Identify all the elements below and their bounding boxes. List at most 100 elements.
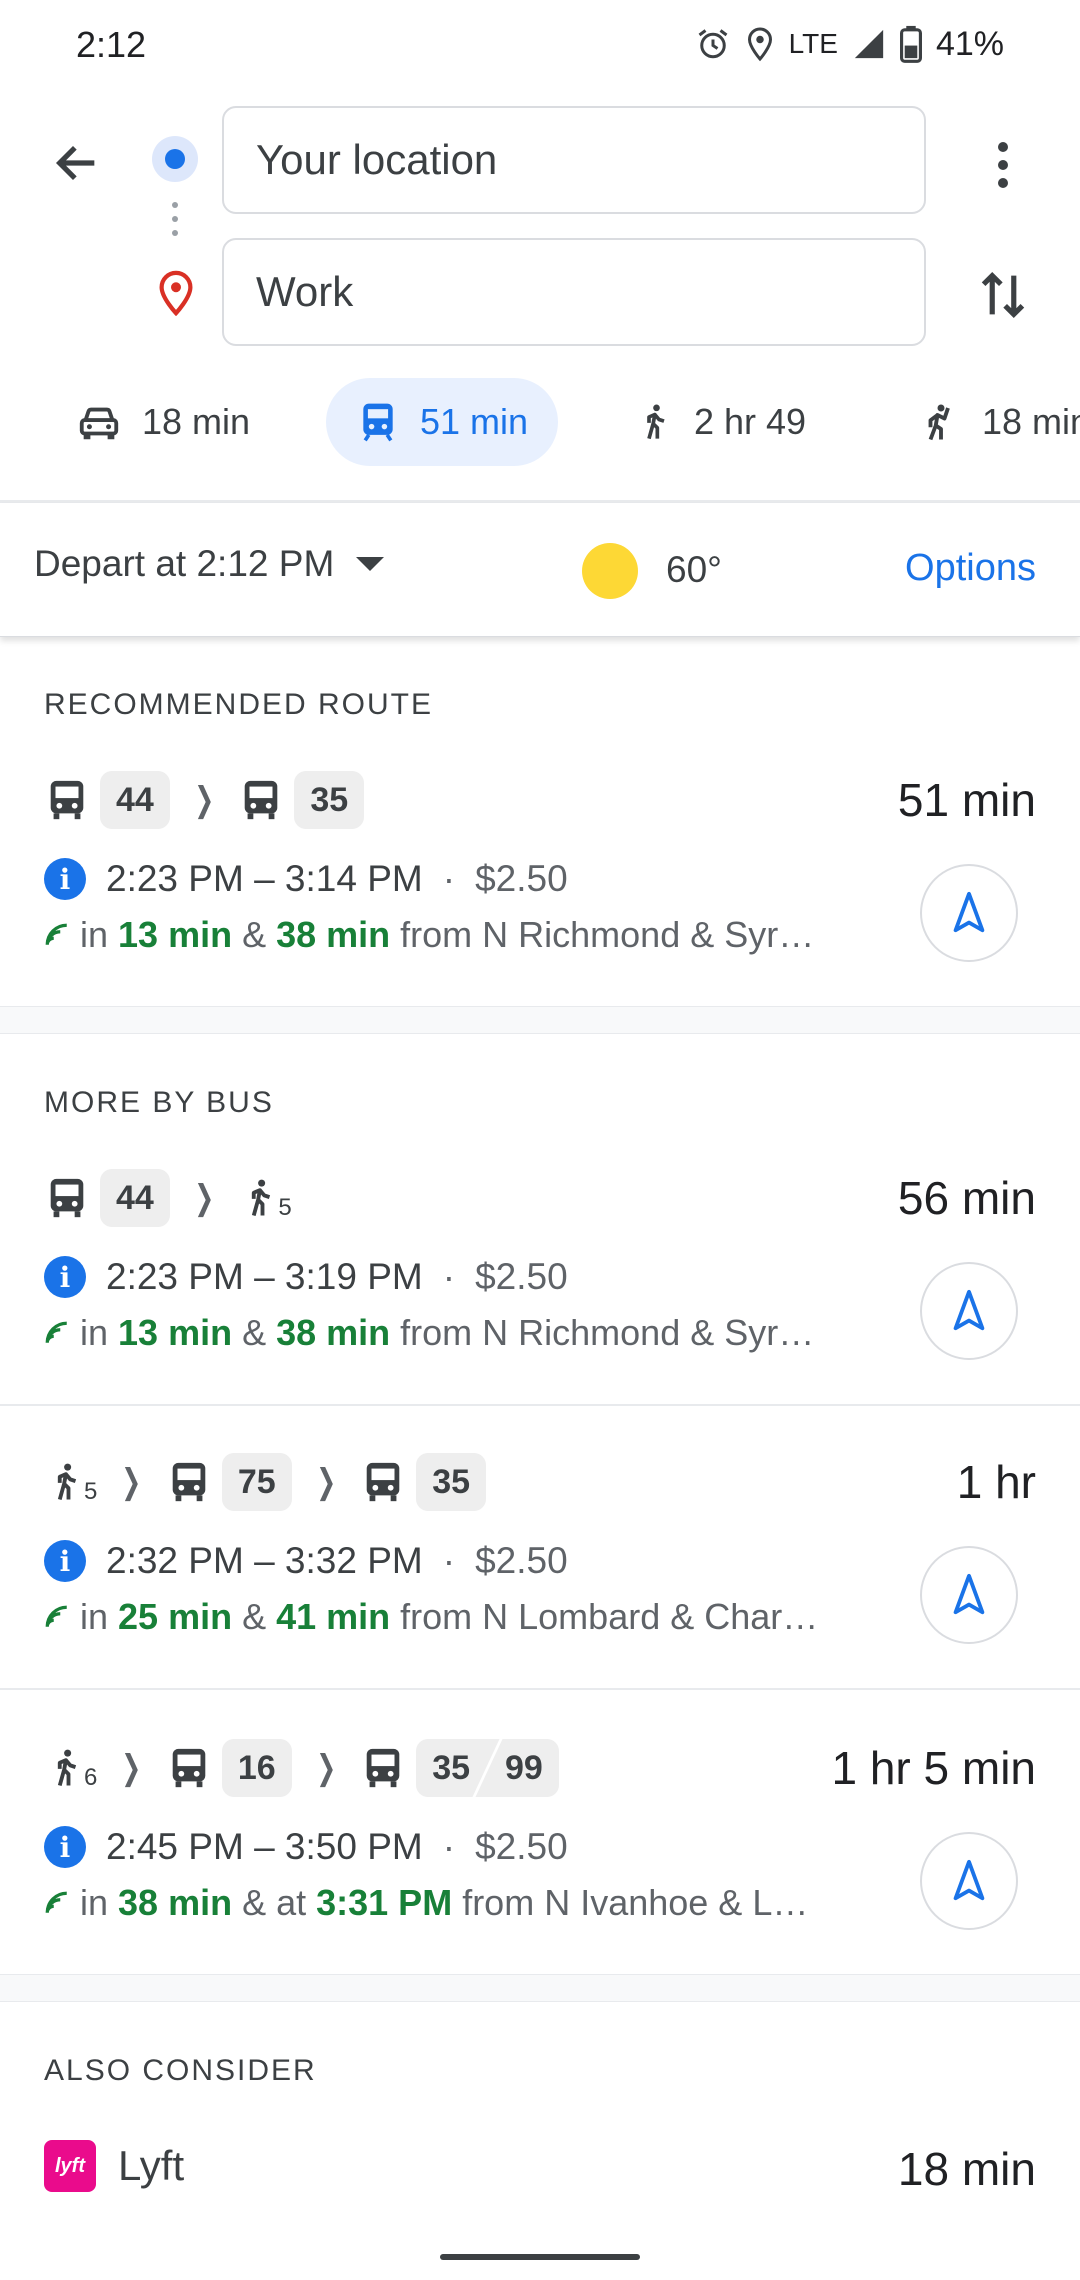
walk-icon	[57, 1749, 77, 1787]
back-button[interactable]	[44, 130, 110, 196]
start-navigation-button[interactable]	[920, 1262, 1018, 1360]
directions-search: Your location Work	[0, 90, 1080, 370]
navigation-arrow-icon	[953, 1573, 985, 1615]
status-time: 2:12	[76, 24, 147, 65]
more-options-button[interactable]	[968, 130, 1038, 200]
live-second-departure: 41 min	[276, 1596, 391, 1637]
travel-mode-tabs: 18 min 51 min 2 hr 49 18 min	[0, 378, 1080, 470]
route-card-recommended[interactable]: 44 ❯ 35 51 min i 2:23 PM – 3:14 PM · $2.…	[0, 768, 1080, 998]
start-navigation-button[interactable]	[920, 1546, 1018, 1644]
separator-dot: ·	[442, 1256, 456, 1297]
section-more-by-bus-title: MORE BY BUS	[44, 1086, 274, 1119]
live-joiner: &	[242, 914, 267, 955]
row-divider	[0, 1404, 1080, 1406]
live-departures: in 25 min & 41 min from N Lombard & Char…	[44, 1596, 854, 1638]
live-departures: in 38 min & at 3:31 PM from N Ivanhoe & …	[44, 1882, 854, 1924]
chevron-right-icon: ❯	[194, 781, 215, 819]
live-second-departure: 38 min	[276, 1312, 391, 1353]
destination-input[interactable]: Work	[222, 238, 926, 346]
route-card[interactable]: 5 ❯ 75 ❯ 35 1 hr i 2:32 PM – 3:32 PM · $…	[0, 1450, 1080, 1680]
lyft-option[interactable]: lyft Lyft 18 min	[0, 2130, 1080, 2210]
walk-leg: 5	[238, 1172, 292, 1224]
live-prefix: in	[80, 1596, 109, 1637]
chevron-right-icon: ❯	[315, 1463, 336, 1501]
live-second-departure: 3:31 PM	[316, 1882, 453, 1923]
info-icon: i	[44, 858, 86, 900]
lyft-logo-icon: lyft	[44, 2140, 96, 2192]
route-duration: 1 hr	[956, 1456, 1036, 1508]
live-first-departure: 13 min	[118, 1312, 233, 1353]
bus-line-badge: 16	[221, 1739, 292, 1797]
live-first-departure: 38 min	[118, 1882, 233, 1923]
route-fare: $2.50	[475, 1256, 568, 1297]
tab-ride-hail-label: 18 min	[982, 401, 1080, 442]
live-prefix: in	[80, 1312, 109, 1353]
bus-icon	[366, 1462, 400, 1502]
tab-ride-hail[interactable]: 18 min	[890, 378, 1080, 466]
live-prefix: in	[80, 1882, 109, 1923]
navigation-arrow-icon	[953, 1289, 985, 1331]
bus-icon	[366, 1748, 400, 1788]
route-legs: 5 ❯ 75 ❯ 35	[44, 1450, 487, 1514]
walk-icon	[57, 1463, 77, 1501]
origin-input[interactable]: Your location	[222, 106, 926, 214]
chevron-right-icon: ❯	[121, 1463, 142, 1501]
live-stop: from N Ivanhoe & L…	[462, 1882, 809, 1923]
swap-button[interactable]	[968, 260, 1038, 330]
live-stop: from N Lombard & Char…	[400, 1596, 819, 1637]
bus-icon	[172, 1462, 206, 1502]
route-times: i 2:23 PM – 3:19 PM · $2.50	[44, 1256, 568, 1298]
bus-icon	[245, 780, 278, 820]
route-duration: 51 min	[897, 774, 1036, 826]
bus-line-badge: 35	[432, 1748, 471, 1787]
route-time-range: 2:32 PM – 3:32 PM	[106, 1540, 423, 1581]
walk-icon	[252, 1179, 271, 1217]
live-signal-icon	[45, 923, 67, 945]
navigation-arrow-icon	[953, 1859, 985, 1901]
bus-line-badge: 75	[221, 1453, 292, 1511]
dropdown-caret-icon	[356, 557, 385, 571]
live-joiner: &	[242, 1596, 267, 1637]
route-time-range: 2:23 PM – 3:14 PM	[106, 858, 423, 899]
depart-time-dropdown[interactable]: Depart at 2:12 PM	[34, 543, 385, 585]
route-time-range: 2:23 PM – 3:19 PM	[106, 1256, 423, 1297]
start-navigation-button[interactable]	[920, 1832, 1018, 1930]
bus-line-badge: 44	[100, 1169, 170, 1227]
info-icon: i	[44, 1826, 86, 1868]
bus-line-badge: 35	[294, 771, 365, 829]
separator-dot: ·	[442, 1826, 456, 1867]
chevron-right-icon: ❯	[194, 1179, 215, 1217]
tab-transit[interactable]: 51 min	[326, 378, 559, 466]
tab-walking[interactable]: 2 hr 49	[604, 378, 836, 466]
live-prefix: in	[80, 914, 109, 955]
bus-icon	[172, 1748, 206, 1788]
route-legs: 44 ❯ 5	[44, 1166, 292, 1230]
start-navigation-button[interactable]	[920, 864, 1018, 962]
chevron-right-icon: ❯	[121, 1749, 142, 1787]
separator-dot: ·	[442, 1540, 456, 1581]
navigation-arrow-icon	[953, 891, 985, 933]
route-card[interactable]: 44 ❯ 5 56 min i 2:23 PM – 3:19 PM · $2.5…	[0, 1166, 1080, 1396]
walk-icon	[647, 404, 665, 440]
arrow-back-icon	[55, 145, 95, 181]
walk-minutes: 5	[278, 1194, 292, 1221]
live-signal-icon	[45, 1891, 67, 1913]
gesture-home-bar[interactable]	[440, 2254, 640, 2260]
live-first-departure: 13 min	[118, 914, 233, 955]
options-button[interactable]: Options	[905, 547, 1036, 590]
live-stop: from N Richmond & Syr…	[400, 914, 815, 955]
walk-leg: 6	[44, 1742, 97, 1794]
route-card[interactable]: 6 ❯ 16 ❯ 35 99 1 hr 5 min i 2:45 PM – 3:…	[0, 1736, 1080, 1966]
section-gap	[0, 1974, 1080, 2002]
route-duration: 1 hr 5 min	[831, 1742, 1036, 1794]
bus-line-badge: 44	[100, 771, 170, 829]
tab-driving[interactable]: 18 min	[46, 378, 280, 466]
walk-leg: 5	[44, 1456, 97, 1508]
ride-hail-icon	[928, 404, 950, 441]
live-stop: from N Richmond & Syr…	[400, 1312, 815, 1353]
car-icon	[79, 407, 119, 440]
separator-dot: ·	[442, 858, 456, 899]
chevron-right-icon: ❯	[315, 1749, 336, 1787]
battery-icon	[899, 25, 922, 63]
swap-vertical-icon	[981, 271, 1025, 319]
